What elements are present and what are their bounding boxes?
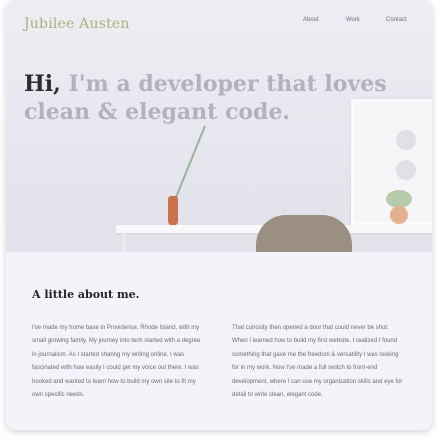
chair-illustration <box>256 215 352 252</box>
nav-link-about[interactable]: About <box>303 17 319 23</box>
hero-headline-text: I'm a developer that loves clean & elega… <box>24 71 387 125</box>
hero-greeting: Hi, <box>24 71 61 97</box>
about-section: A little about me. I've made my home bas… <box>6 252 432 430</box>
page: Jubilee Austen About Work Contact Hi, I'… <box>6 0 432 430</box>
copper-pot-illustration <box>390 206 408 224</box>
brand-logo[interactable]: Jubilee Austen <box>24 16 130 32</box>
frame-circle-bottom <box>396 160 416 180</box>
about-paragraph-left: I've made my home base in Providence, Rh… <box>32 325 201 399</box>
about-title: A little about me. <box>32 288 140 301</box>
nav-link-contact[interactable]: Contact <box>386 17 407 23</box>
about-paragraph-right: That curiosity then opened a door that c… <box>232 325 403 399</box>
hero-headline: Hi, I'm a developer that loves clean & e… <box>24 70 432 126</box>
nav-link-work[interactable]: Work <box>346 17 360 23</box>
plant-stem-illustration <box>174 125 206 201</box>
desk-leg-illustration <box>122 233 126 252</box>
hero-section: Jubilee Austen About Work Contact Hi, I'… <box>6 0 432 252</box>
vase-illustration <box>168 196 178 226</box>
frame-circle-top <box>396 130 416 150</box>
